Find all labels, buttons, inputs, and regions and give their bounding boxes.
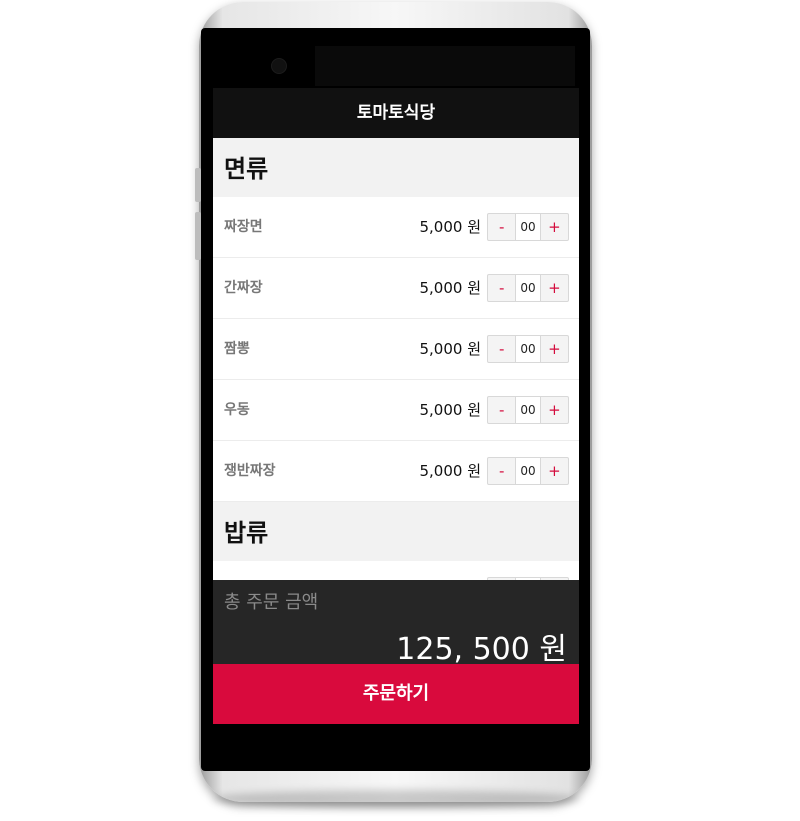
app-title: 토마토식당 (213, 88, 579, 138)
menu-item-name: 짬뽕 (224, 341, 250, 357)
menu-item-price: 5,000 원 (419, 462, 481, 480)
decrease-button[interactable]: - (488, 458, 515, 484)
app-screen: 토마토식당 면류 짜장면 5,000 원 - 00 + 간짜장 5,000 원 … (213, 88, 579, 724)
menu-item: 짜장면 5,000 원 - 00 + (213, 197, 579, 258)
section-title-rice: 밥류 (213, 502, 579, 561)
decrease-button[interactable]: - (488, 214, 515, 240)
speaker-area (315, 46, 575, 86)
menu-item-price: 5,000 원 (419, 340, 481, 358)
increase-button[interactable]: + (541, 214, 568, 240)
increase-button[interactable]: + (541, 336, 568, 362)
total-label: 총 주문 금액 (224, 592, 319, 613)
order-total-bar: 총 주문 금액 125, 500 원 (213, 580, 579, 667)
menu-item-name: 쟁반짜장 (224, 463, 276, 479)
quantity-stepper: - 00 + (487, 213, 569, 241)
quantity-value[interactable]: 00 (515, 214, 541, 240)
quantity-stepper: - 00 + (487, 274, 569, 302)
decrease-button[interactable]: - (488, 275, 515, 301)
menu-item: 쟁반짜장 5,000 원 - 00 + (213, 441, 579, 502)
increase-button[interactable]: + (541, 275, 568, 301)
increase-button[interactable]: + (541, 458, 568, 484)
menu-item: 우동 5,000 원 - 00 + (213, 380, 579, 441)
menu-item: 짬뽕 5,000 원 - 00 + (213, 319, 579, 380)
quantity-stepper: - 00 + (487, 335, 569, 363)
menu-item-price: 5,000 원 (419, 279, 481, 297)
quantity-value[interactable]: 00 (515, 458, 541, 484)
menu-item-name: 우동 (224, 402, 250, 418)
menu-item-name: 간짜장 (224, 280, 263, 296)
order-button[interactable]: 주문하기 (213, 664, 579, 724)
decrease-button[interactable]: - (488, 397, 515, 423)
menu-item-price: 5,000 원 (419, 218, 481, 236)
quantity-value[interactable]: 00 (515, 275, 541, 301)
decrease-button[interactable]: - (488, 336, 515, 362)
phone-shadow (212, 790, 580, 808)
quantity-value[interactable]: 00 (515, 336, 541, 362)
quantity-stepper: - 00 + (487, 396, 569, 424)
menu-item-price: 5,000 원 (419, 401, 481, 419)
menu-item-name: 짜장면 (224, 219, 263, 235)
increase-button[interactable]: + (541, 397, 568, 423)
front-camera (271, 58, 287, 74)
quantity-stepper: - 00 + (487, 457, 569, 485)
menu-item: 간짜장 5,000 원 - 00 + (213, 258, 579, 319)
quantity-value[interactable]: 00 (515, 397, 541, 423)
total-amount: 125, 500 원 (396, 632, 567, 667)
section-title-noodles: 면류 (213, 138, 579, 197)
menu-item (213, 561, 579, 580)
menu-list[interactable]: 면류 짜장면 5,000 원 - 00 + 간짜장 5,000 원 - 00 +… (213, 138, 579, 580)
